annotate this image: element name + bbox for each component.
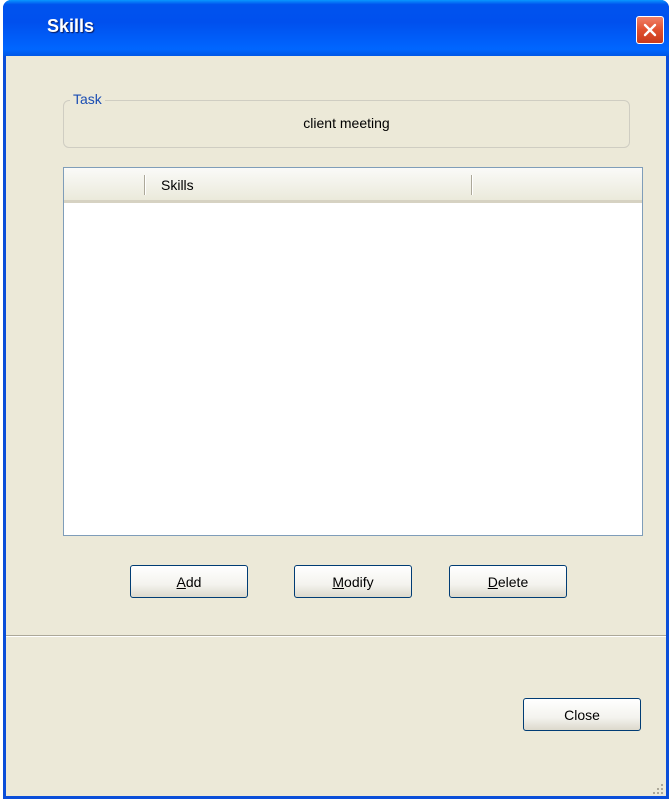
delete-button-accel: D xyxy=(487,573,498,590)
column-header-skills[interactable]: Skills xyxy=(161,177,194,193)
horizontal-divider xyxy=(6,635,666,637)
close-icon xyxy=(642,22,658,38)
modify-button-label: odify xyxy=(344,573,374,590)
task-legend: Task xyxy=(70,91,105,107)
skills-dialog: Skills Task client meeting Skills Add M xyxy=(3,0,669,799)
modify-button-accel: M xyxy=(332,573,345,590)
list-header: Skills xyxy=(64,168,642,203)
task-value: client meeting xyxy=(303,115,390,131)
column-separator[interactable] xyxy=(471,175,472,195)
add-button[interactable]: Add xyxy=(130,565,248,598)
dialog-body: Task client meeting Skills Add Modify De… xyxy=(6,56,666,796)
skills-list[interactable]: Skills xyxy=(63,167,643,536)
title-bar[interactable]: Skills xyxy=(3,0,669,56)
modify-button[interactable]: Modify xyxy=(294,565,412,598)
task-group: Task client meeting xyxy=(63,91,630,148)
close-window-button[interactable] xyxy=(636,16,664,44)
window-title: Skills xyxy=(47,16,95,36)
add-button-accel: A xyxy=(176,573,186,590)
delete-button[interactable]: Delete xyxy=(449,565,567,598)
add-button-label: dd xyxy=(185,573,202,590)
close-button[interactable]: Close xyxy=(523,698,641,731)
delete-button-label: elete xyxy=(497,573,529,590)
column-separator[interactable] xyxy=(144,175,145,195)
resize-grip-icon[interactable] xyxy=(652,782,664,794)
